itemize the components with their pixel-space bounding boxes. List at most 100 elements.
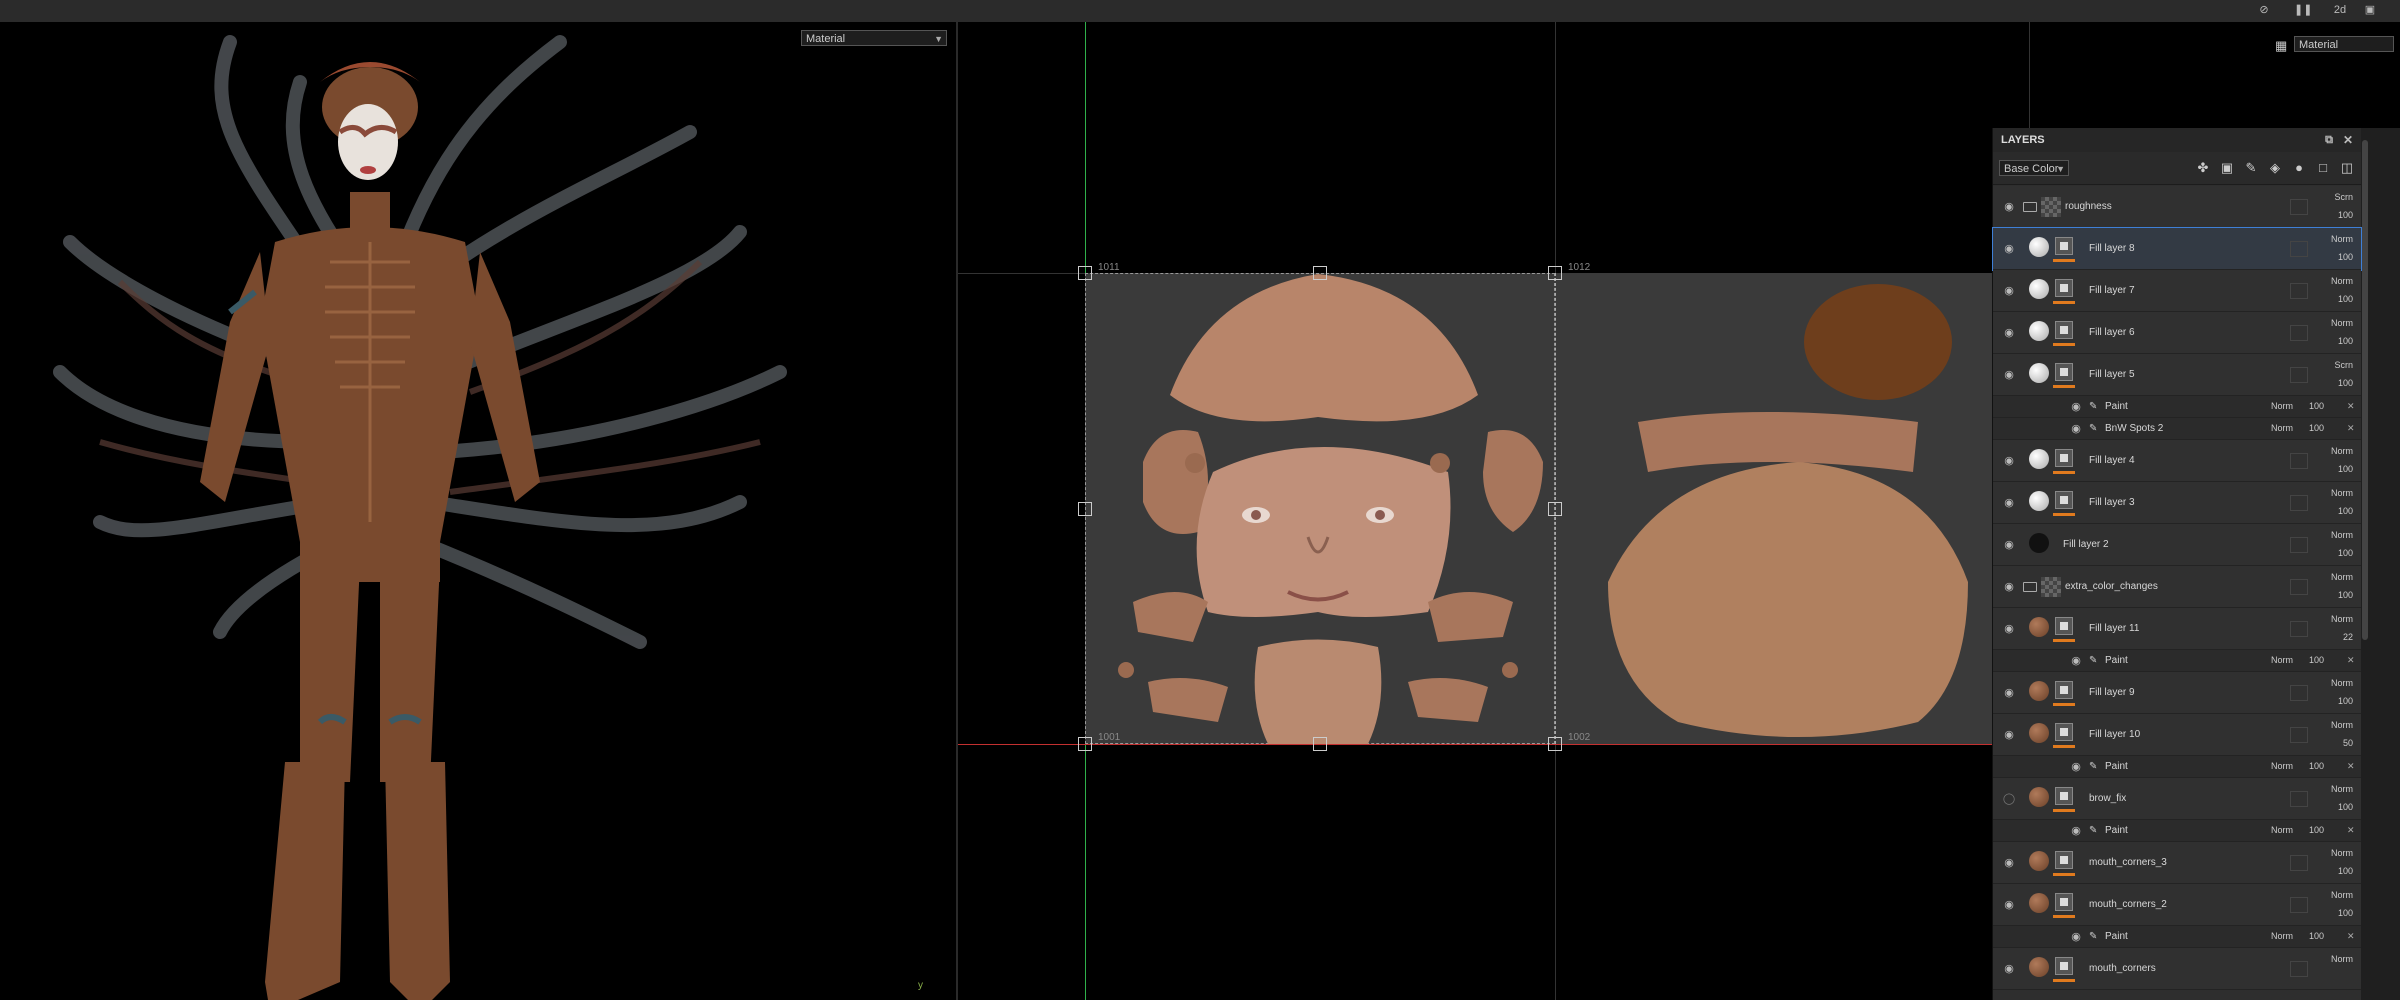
visibility-icon[interactable]: ◉ [2002,964,2016,975]
transform-handle[interactable] [1548,737,1562,751]
layer-mask-slot[interactable] [2290,453,2308,469]
visibility-icon[interactable]: ◉ [2069,826,2083,837]
layer-row[interactable]: ◉ Fill layer 3 Norm 100 [1993,482,2361,524]
layer-name[interactable]: Fill layer 4 [2089,455,2135,466]
visibility-icon[interactable]: ◉ [2002,498,2016,509]
layer-row[interactable]: ◉ Fill layer 10 Norm 50 [1993,714,2361,756]
layer-opacity[interactable]: 50 [2313,738,2353,748]
blend-mode[interactable]: Norm [2313,488,2353,498]
layer-opacity[interactable]: 100 [2313,336,2353,346]
layers-scrollbar[interactable] [2362,140,2368,640]
mask-thumbnail[interactable] [2055,363,2073,381]
layer-row[interactable]: ◉ roughness Scrn 100 [1993,186,2361,228]
layer-mask-slot[interactable] [2290,685,2308,701]
visibility-off-icon[interactable]: ⊘ [2256,3,2272,17]
layer-name[interactable]: mouth_corners_2 [2089,899,2167,910]
visibility-icon[interactable]: ◉ [2002,582,2016,593]
layer-effect-row[interactable]: ◉ ✎ Paint Norm 100 ✕ [1993,756,2361,778]
effect-blend-mode[interactable]: Norm [2271,401,2293,411]
layer-effect-row[interactable]: ◉ ✎ Paint Norm 100 ✕ [1993,820,2361,842]
effect-blend-mode[interactable]: Norm [2271,761,2293,771]
add-smart-material-icon[interactable]: ● [2291,160,2307,176]
layer-mask-slot[interactable] [2290,621,2308,637]
remove-effect-icon[interactable]: ✕ [2347,825,2355,836]
delete-layer-icon[interactable]: ◫ [2339,160,2355,176]
blend-mode[interactable]: Scrn [2313,360,2353,370]
layer-mask-slot[interactable] [2290,579,2308,595]
visibility-icon[interactable]: ◉ [2002,540,2016,551]
mask-thumbnail[interactable] [2055,851,2073,869]
visibility-icon[interactable]: ◉ [2002,244,2016,255]
pause-icon[interactable]: ❚❚ [2294,3,2312,17]
layer-opacity[interactable]: 100 [2313,696,2353,706]
mask-thumbnail[interactable] [2055,787,2073,805]
layer-row[interactable]: ◉ Fill layer 4 Norm 100 [1993,440,2361,482]
layer-row[interactable]: ◉ Fill layer 8 Norm 100 [1992,227,2362,271]
layer-name[interactable]: Fill layer 5 [2089,369,2135,380]
mask-thumbnail[interactable] [2055,449,2073,467]
effect-opacity[interactable]: 100 [2309,655,2324,665]
add-effect-icon[interactable]: ✤ [2195,160,2211,176]
blend-mode[interactable]: Norm [2313,678,2353,688]
effect-blend-mode[interactable]: Norm [2271,655,2293,665]
viewport-3d[interactable]: Material ▼ y [0,22,956,1000]
mask-thumbnail[interactable] [2055,617,2073,635]
effect-opacity[interactable]: 100 [2309,825,2324,835]
viewport-2d-mode-select[interactable]: Material [2294,36,2394,52]
blend-mode[interactable]: Norm [2313,848,2353,858]
mask-thumbnail[interactable] [2055,279,2073,297]
layer-name[interactable]: Fill layer 8 [2089,243,2135,254]
layer-name[interactable]: Fill layer 10 [2089,729,2140,740]
transform-handle[interactable] [1313,737,1327,751]
blend-mode[interactable]: Norm [2313,572,2353,582]
layer-row[interactable]: ◉ Fill layer 7 Norm 100 [1993,270,2361,312]
layer-name[interactable]: Fill layer 9 [2089,687,2135,698]
effect-opacity[interactable]: 100 [2309,423,2324,433]
blend-mode[interactable]: Norm [2313,318,2353,328]
layer-row[interactable]: ◉ mouth_corners Norm [1993,948,2361,990]
blend-mode[interactable]: Norm [2313,530,2353,540]
visibility-off-icon[interactable]: ◯ [2002,794,2016,805]
layer-row[interactable]: ◉ mouth_corners_2 Norm 100 [1993,884,2361,926]
layer-mask-slot[interactable] [2290,199,2308,215]
layer-mask-slot[interactable] [2290,897,2308,913]
layer-row[interactable]: ◉ Fill layer 6 Norm 100 [1993,312,2361,354]
transform-handle[interactable] [1078,737,1092,751]
visibility-icon[interactable]: ◉ [2002,286,2016,297]
layer-opacity[interactable]: 100 [2313,590,2353,600]
visibility-icon[interactable]: ◉ [2002,688,2016,699]
layer-row[interactable]: ◉ Fill layer 11 Norm 22 [1993,608,2361,650]
channel-grid-icon[interactable]: ▦ [2275,38,2287,54]
remove-effect-icon[interactable]: ✕ [2347,401,2355,412]
layer-opacity[interactable]: 100 [2313,252,2353,262]
layer-mask-slot[interactable] [2290,325,2308,341]
mask-thumbnail[interactable] [2055,321,2073,339]
effect-opacity[interactable]: 100 [2309,761,2324,771]
remove-effect-icon[interactable]: ✕ [2347,423,2355,434]
close-icon[interactable]: ✕ [2343,128,2353,152]
layer-effect-row[interactable]: ◉ ✎ Paint Norm 100 ✕ [1993,396,2361,418]
blend-mode[interactable]: Norm [2313,234,2353,244]
layer-effect-row[interactable]: ◉ ✎ Paint Norm 100 ✕ [1993,926,2361,948]
effect-blend-mode[interactable]: Norm [2271,423,2293,433]
layer-opacity[interactable]: 100 [2313,908,2353,918]
blend-mode[interactable]: Norm [2313,890,2353,900]
viewport-3d-mode-select[interactable]: Material ▼ [801,30,947,46]
effect-blend-mode[interactable]: Norm [2271,825,2293,835]
remove-effect-icon[interactable]: ✕ [2347,655,2355,666]
layer-row[interactable]: ◉ Fill layer 5 Scrn 100 [1993,354,2361,396]
add-fill-layer-icon[interactable]: ◈ [2267,160,2283,176]
layer-name[interactable]: Fill layer 3 [2089,497,2135,508]
visibility-icon[interactable]: ◉ [2002,624,2016,635]
visibility-icon[interactable]: ◉ [2069,762,2083,773]
layer-mask-slot[interactable] [2290,727,2308,743]
effect-opacity[interactable]: 100 [2309,401,2324,411]
cube-icon[interactable]: ▣ [2362,3,2378,17]
layer-mask-slot[interactable] [2290,537,2308,553]
visibility-icon[interactable]: ◉ [2002,858,2016,869]
mask-thumbnail[interactable] [2055,893,2073,911]
mask-thumbnail[interactable] [2055,957,2073,975]
visibility-icon[interactable]: ◉ [2002,328,2016,339]
layer-mask-slot[interactable] [2290,791,2308,807]
blend-mode[interactable]: Norm [2313,614,2353,624]
